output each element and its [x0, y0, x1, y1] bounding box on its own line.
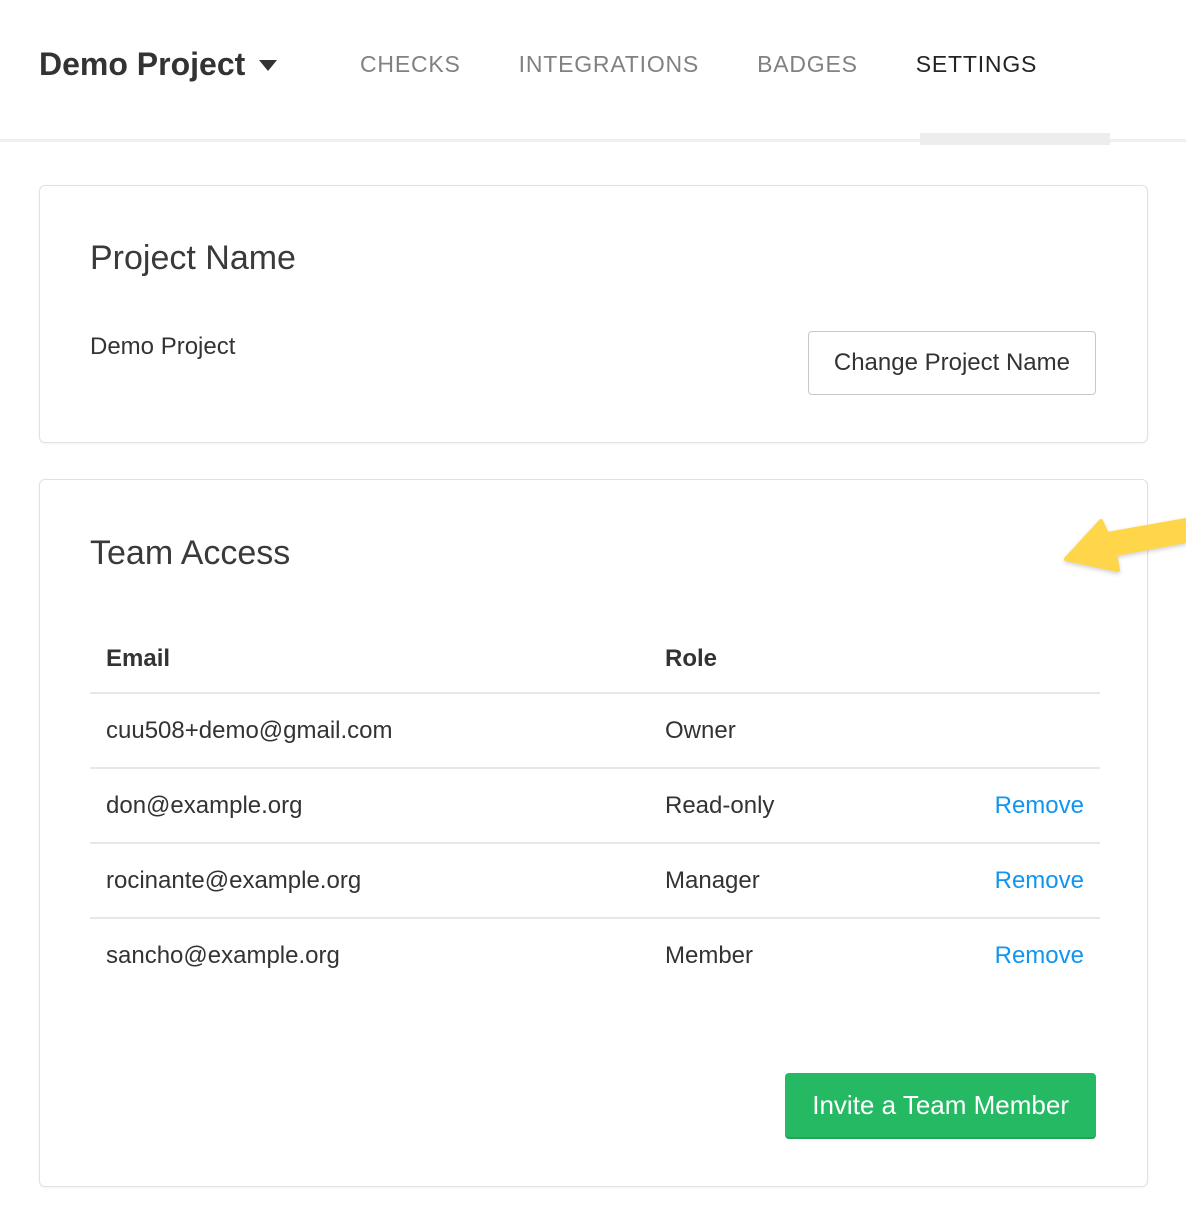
tab-settings[interactable]: SETTINGS: [916, 51, 1037, 78]
member-role: Owner: [665, 717, 925, 745]
caret-down-icon: [259, 60, 277, 71]
team-access-card-title: Team Access: [90, 533, 290, 573]
project-switcher-label: Demo Project: [39, 46, 245, 82]
remove-member-link[interactable]: Remove: [995, 792, 1084, 819]
project-name-card-title: Project Name: [90, 238, 296, 278]
table-row: sancho@example.org Member Remove: [90, 917, 1100, 992]
member-actions: Remove: [925, 942, 1100, 970]
member-role: Member: [665, 942, 925, 970]
current-project-name: Demo Project: [90, 332, 235, 362]
invite-team-member-button[interactable]: Invite a Team Member: [785, 1073, 1096, 1139]
member-role: Manager: [665, 867, 925, 895]
tab-badges[interactable]: BADGES: [757, 51, 858, 78]
member-email: cuu508+demo@gmail.com: [90, 717, 665, 745]
main-nav: CHECKS INTEGRATIONS BADGES SETTINGS: [360, 51, 1037, 78]
column-header-email: Email: [90, 645, 665, 673]
team-members-table: Email Role cuu508+demo@gmail.com Owner d…: [90, 626, 1100, 992]
member-email: rocinante@example.org: [90, 867, 665, 895]
tab-checks[interactable]: CHECKS: [360, 51, 461, 78]
remove-member-link[interactable]: Remove: [995, 867, 1084, 894]
table-header-row: Email Role: [90, 626, 1100, 692]
member-actions: Remove: [925, 867, 1100, 895]
column-header-role: Role: [665, 645, 925, 673]
active-tab-indicator: [920, 133, 1110, 145]
table-row: don@example.org Read-only Remove: [90, 767, 1100, 842]
table-row: cuu508+demo@gmail.com Owner: [90, 692, 1100, 767]
project-switcher-dropdown[interactable]: Demo Project: [39, 44, 277, 84]
change-project-name-button[interactable]: Change Project Name: [808, 331, 1096, 395]
member-actions: Remove: [925, 792, 1100, 820]
project-name-card: Project Name Demo Project Change Project…: [39, 185, 1148, 443]
member-role: Read-only: [665, 792, 925, 820]
member-email: don@example.org: [90, 792, 665, 820]
top-nav: Demo Project CHECKS INTEGRATIONS BADGES …: [0, 0, 1186, 142]
table-row: rocinante@example.org Manager Remove: [90, 842, 1100, 917]
member-email: sancho@example.org: [90, 942, 665, 970]
remove-member-link[interactable]: Remove: [995, 942, 1084, 969]
tab-integrations[interactable]: INTEGRATIONS: [519, 51, 699, 78]
team-access-card: Team Access Email Role cuu508+demo@gmail…: [39, 479, 1148, 1187]
